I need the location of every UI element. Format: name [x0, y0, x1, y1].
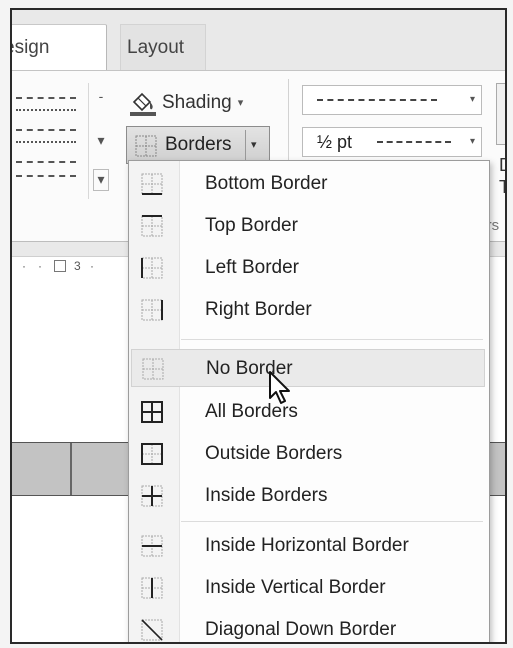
gallery-up-arrow-icon[interactable]: ‑ [93, 85, 109, 107]
bottom-border-icon [141, 173, 163, 200]
line-weight-dropdown[interactable]: ½ pt ▾ [302, 127, 482, 157]
menu-item-bottom-border[interactable]: Bottom Border [131, 165, 485, 203]
menu-item-no-border[interactable]: No Border [131, 349, 485, 387]
shading-label: Shading [162, 92, 232, 113]
ruler-table-marker-icon[interactable] [54, 260, 66, 272]
menu-item-top-border[interactable]: Top Border [131, 207, 485, 245]
right-border-icon [141, 299, 163, 326]
inside-borders-icon [141, 485, 163, 512]
menu-item-label: Left Border [205, 257, 299, 278]
borders-split-divider [245, 130, 246, 160]
borders-label: Borders [165, 134, 232, 155]
shading-button[interactable]: Shading ▾ [128, 87, 243, 119]
menu-separator [181, 521, 483, 522]
line-weight-arrow-icon: ▾ [469, 136, 475, 147]
menu-item-inside-vertical-border[interactable]: Inside Vertical Border [131, 569, 485, 607]
table-cell-divider [70, 443, 72, 495]
border-styles-icon[interactable] [496, 83, 505, 145]
menu-item-left-border[interactable]: Left Border [131, 249, 485, 287]
menu-item-right-border[interactable]: Right Border [131, 291, 485, 329]
borders-button[interactable]: Borders ▾ [126, 126, 270, 164]
borders-dropdown-menu: Bottom Border Top Border Left Border Rig… [128, 160, 490, 642]
border-styles-label-2: Ta [499, 177, 505, 198]
word-window-crop: esign Layout ‑ ▾ ▾ S [10, 8, 507, 644]
menu-item-label: Diagonal Down Border [205, 619, 397, 640]
all-borders-icon [141, 401, 163, 428]
menu-item-label: Bottom Border [205, 173, 328, 194]
borders-grid-icon [135, 135, 157, 162]
diagonal-down-border-icon [141, 619, 163, 642]
line-weight-value: ½ pt [317, 132, 353, 152]
tab-layout[interactable]: Layout [120, 24, 206, 71]
menu-item-label: Outside Borders [205, 443, 343, 464]
inside-horizontal-border-icon [141, 535, 163, 562]
menu-item-outside-borders[interactable]: Outside Borders [131, 435, 485, 473]
menu-item-label: Right Border [205, 299, 312, 320]
shading-dropdown-arrow-icon[interactable]: ▾ [238, 87, 244, 119]
menu-item-all-borders[interactable]: All Borders [131, 393, 485, 431]
menu-item-label: Inside Borders [205, 485, 328, 506]
border-styles-label-1: D [499, 155, 505, 176]
line-style-dropdown[interactable]: ▾ [302, 85, 482, 115]
menu-item-label: Inside Horizontal Border [205, 535, 409, 556]
tab-design-label: esign [12, 37, 50, 58]
menu-item-label: Top Border [205, 215, 298, 236]
tab-design[interactable]: esign [12, 24, 107, 71]
paint-bucket-icon [128, 90, 158, 116]
left-border-icon [141, 257, 163, 284]
line-style-arrow-icon: ▾ [469, 94, 475, 105]
menu-item-label: Inside Vertical Border [205, 577, 386, 598]
borders-dropdown-arrow-icon[interactable]: ▾ [251, 127, 257, 163]
tab-layout-label: Layout [127, 37, 185, 58]
inside-vertical-border-icon [141, 577, 163, 604]
gallery-scroll: ‑ ▾ ▾ [88, 83, 113, 199]
ruler-mark-left: 3 [74, 259, 81, 273]
menu-item-inside-horizontal-border[interactable]: Inside Horizontal Border [131, 527, 485, 565]
outside-borders-icon [141, 443, 163, 470]
menu-separator [181, 339, 483, 340]
table-styles-gallery[interactable] [12, 85, 82, 197]
gallery-down-arrow-icon[interactable]: ▾ [93, 129, 109, 151]
menu-item-inside-borders[interactable]: Inside Borders [131, 477, 485, 515]
gallery-more-icon[interactable]: ▾ [93, 169, 109, 191]
no-border-icon [142, 358, 164, 385]
top-border-icon [141, 215, 163, 242]
menu-item-diagonal-down-border[interactable]: Diagonal Down Border [131, 611, 485, 642]
mouse-pointer-icon [269, 371, 290, 404]
